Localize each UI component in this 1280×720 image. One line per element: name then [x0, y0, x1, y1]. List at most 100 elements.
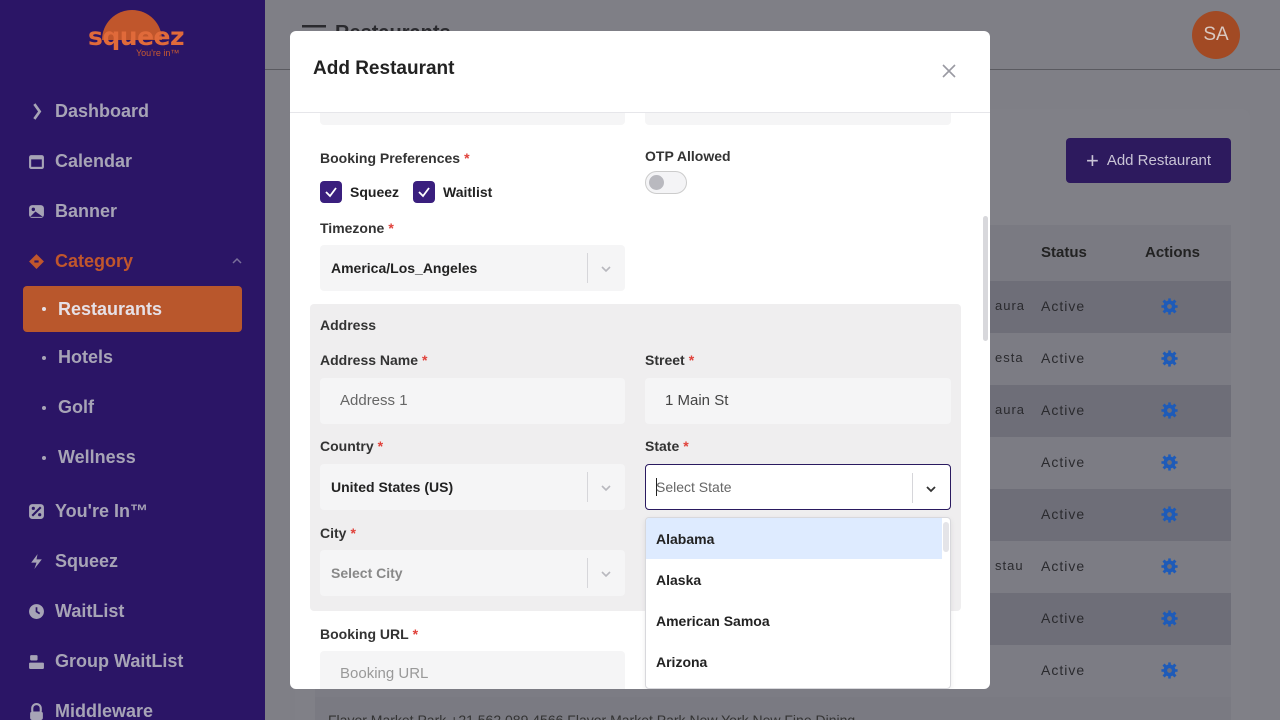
logo-text: squeez [88, 22, 185, 51]
toggle-knob [649, 175, 664, 190]
booking-url-placeholder: Booking URL [340, 665, 429, 682]
row-status: Active [1041, 350, 1086, 366]
field-partial[interactable] [320, 113, 625, 125]
state-option-alabama[interactable]: Alabama [646, 518, 942, 559]
chevron-down-icon[interactable] [924, 482, 938, 496]
plus-icon: + [1085, 147, 1099, 173]
state-placeholder: Select State [656, 479, 732, 495]
booking-url-input[interactable]: Booking URL [320, 651, 625, 689]
timezone-value: America/Los_Angeles [331, 260, 478, 276]
sidebar-item-label: Middleware [55, 700, 154, 720]
sidebar-item-category[interactable]: Category [26, 249, 133, 273]
sidebar-item-dashboard[interactable]: Dashboard [26, 99, 149, 123]
sidebar-item-label: Calendar [55, 150, 133, 171]
sidebar-item-youre-in[interactable]: You're In™ [26, 499, 148, 523]
sidebar-sub-item-restaurants[interactable]: Restaurants [23, 286, 242, 332]
bolt-icon [26, 551, 46, 571]
gear-icon[interactable] [1161, 610, 1178, 627]
gear-icon[interactable] [1161, 662, 1178, 679]
column-header-actions: Actions [1145, 244, 1201, 261]
country-value: United States (US) [331, 479, 454, 495]
state-select[interactable]: Select State [645, 464, 951, 510]
add-restaurant-button[interactable]: + Add Restaurant [1066, 138, 1231, 183]
country-select[interactable]: United States (US) [320, 464, 625, 510]
row-name-fragment: aura [995, 298, 1026, 313]
row-status: Active [1041, 662, 1086, 678]
state-option-american-samoa[interactable]: American Samoa [646, 600, 942, 641]
column-header-status: Status [1041, 244, 1087, 261]
sidebar-sub-item-label: Hotels [58, 347, 114, 367]
street-value: 1 Main St [665, 392, 729, 409]
avatar[interactable]: SA [1192, 11, 1240, 59]
chevron-down-icon[interactable] [599, 262, 613, 276]
state-option-alaska[interactable]: Alaska [646, 559, 942, 600]
select-separator [587, 472, 588, 502]
add-restaurant-button-label: Add Restaurant [1106, 152, 1212, 169]
sidebar-item-calendar[interactable]: Calendar [26, 149, 132, 173]
gear-icon[interactable] [1161, 454, 1178, 471]
sidebar-item-group-waitlist[interactable]: Group WaitList [26, 649, 183, 673]
dropdown-scrollbar[interactable] [943, 522, 949, 552]
row-status: Active [1041, 454, 1086, 470]
sidebar-item-label: Dashboard [55, 100, 150, 121]
country-label: Country * [320, 438, 384, 454]
booking-url-label: Booking URL * [320, 626, 419, 642]
lock-icon [26, 701, 46, 720]
row-status: Active [1041, 298, 1086, 314]
gear-icon[interactable] [1161, 558, 1178, 575]
bullet-icon [42, 455, 46, 460]
chevron-down-icon[interactable] [599, 567, 613, 581]
street-label: Street * [645, 352, 695, 368]
address-name-value: Address 1 [340, 392, 408, 409]
otp-allowed-toggle[interactable] [645, 171, 687, 194]
state-option-arizona[interactable]: Arizona [646, 641, 942, 682]
sidebar-sub-item-label: Wellness [58, 447, 136, 467]
modal-header: Add Restaurant [290, 31, 990, 113]
sidebar-item-middleware[interactable]: Middleware [26, 699, 153, 720]
gear-icon[interactable] [1161, 506, 1178, 523]
bullet-icon [42, 405, 46, 410]
row-name-fragment: esta [995, 350, 1024, 365]
field-partial[interactable] [645, 113, 951, 125]
sidebar-item-banner[interactable]: Banner [26, 199, 117, 223]
sidebar-item-label: Group WaitList [55, 650, 184, 671]
select-separator [587, 558, 588, 588]
sidebar-item-label: Category [55, 250, 134, 271]
bullet-icon [42, 355, 46, 360]
calendar-icon [26, 151, 46, 171]
street-input[interactable]: 1 Main St [645, 378, 951, 424]
sidebar-item-waitlist[interactable]: WaitList [26, 599, 124, 623]
chevron-up-icon[interactable] [230, 254, 244, 268]
booking-preferences-label: Booking Preferences * [320, 150, 470, 166]
squeez-checkbox[interactable] [320, 181, 342, 203]
address-name-input[interactable]: Address 1 [320, 378, 625, 424]
city-select[interactable]: Select City [320, 550, 625, 596]
modal-scrollbar-track[interactable] [982, 113, 988, 689]
sidebar-sub-item-hotels[interactable]: Hotels [42, 347, 113, 368]
group-icon [26, 651, 46, 671]
timezone-select[interactable]: America/Los_Angeles [320, 245, 625, 291]
row-name-fragment: aura [995, 402, 1026, 417]
close-icon[interactable] [941, 63, 957, 79]
sidebar-sub-item-golf[interactable]: Golf [42, 397, 94, 418]
row-status: Active [1041, 558, 1086, 574]
dashboard-icon [26, 101, 46, 121]
check-icon [418, 187, 430, 198]
waitlist-checkbox[interactable] [413, 181, 436, 203]
check-icon [325, 187, 337, 198]
sidebar-sub-item-wellness[interactable]: Wellness [42, 447, 136, 468]
brand-logo[interactable]: squeez You're in™ [88, 8, 188, 60]
row-status: Active [1041, 402, 1086, 418]
sidebar-item-squeez[interactable]: Squeez [26, 549, 118, 573]
sidebar: squeez You're in™ Dashboard Calendar Ban… [0, 0, 265, 720]
gear-icon[interactable] [1161, 402, 1178, 419]
chevron-down-icon[interactable] [599, 481, 613, 495]
modal-scrollbar-thumb[interactable] [983, 216, 988, 341]
select-separator [587, 253, 588, 283]
select-separator [912, 473, 913, 503]
sidebar-sub-item-label: Restaurants [58, 298, 163, 319]
gear-icon[interactable] [1161, 298, 1178, 315]
squeez-checkbox-label: Squeez [350, 184, 400, 200]
gear-icon[interactable] [1161, 350, 1178, 367]
waitlist-checkbox-label: Waitlist [443, 184, 493, 200]
